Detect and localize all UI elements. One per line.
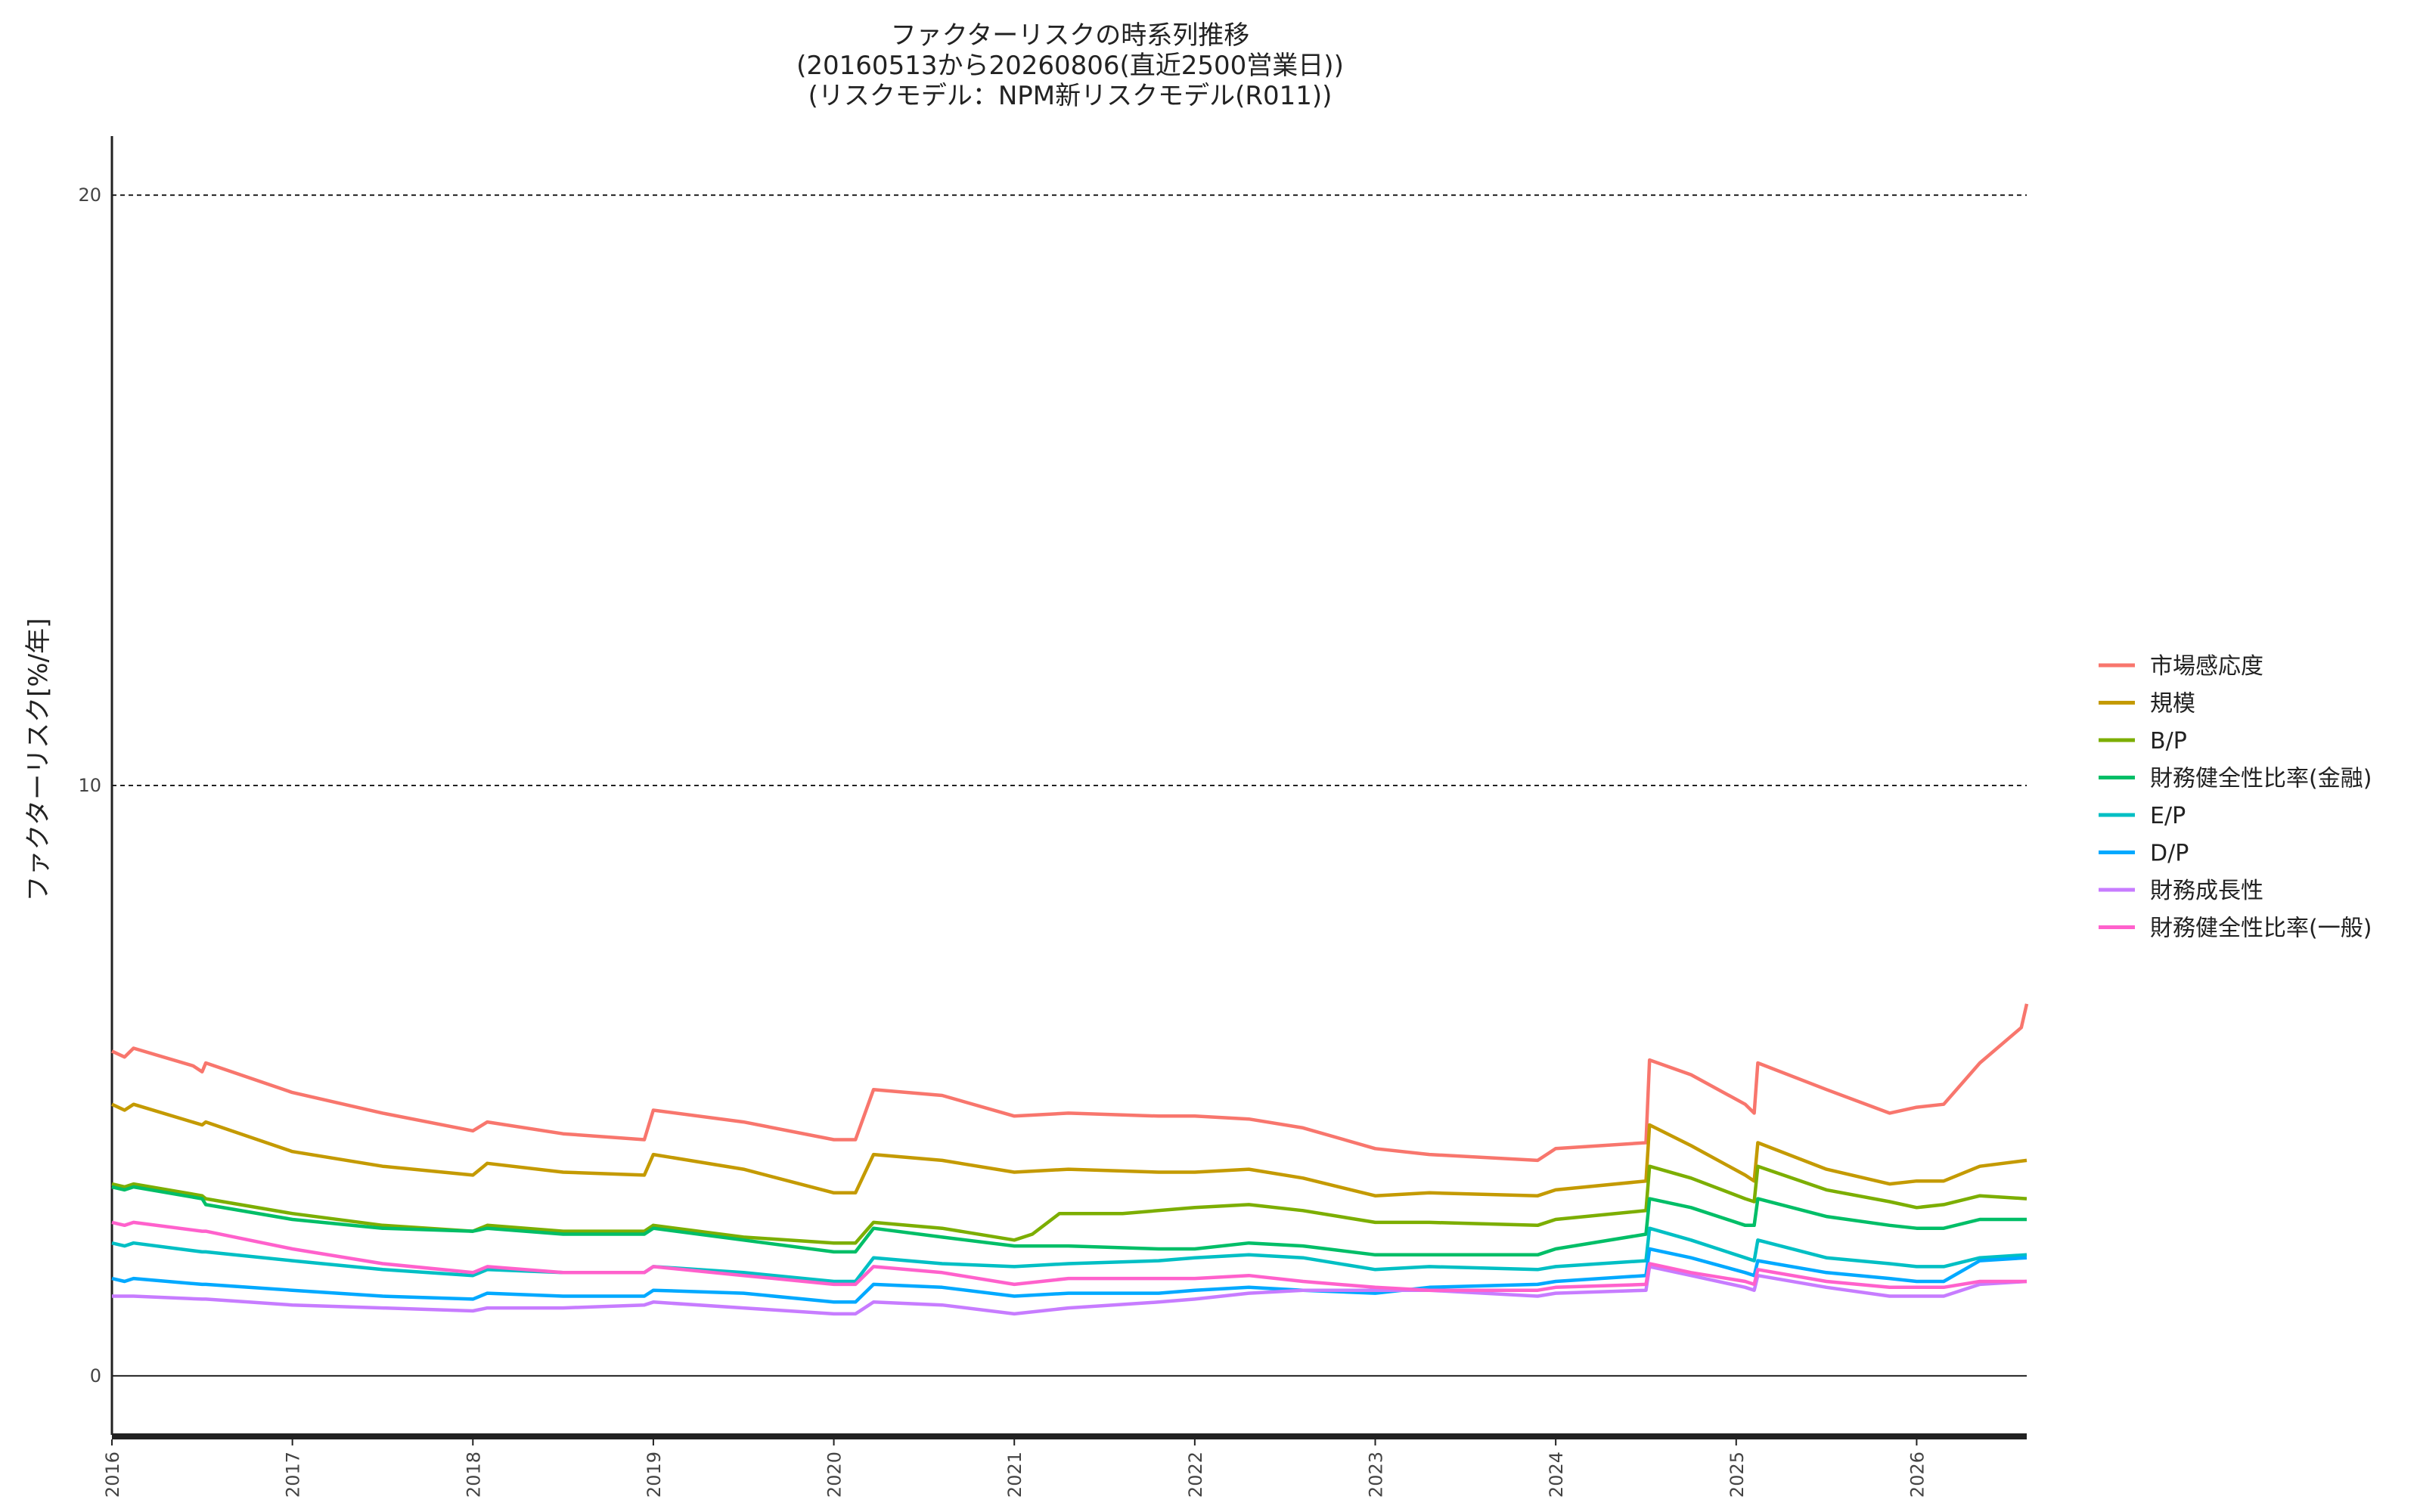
axes [110,136,2027,1445]
gridlines [112,194,2027,1377]
legend-label: 財務健全性比率(一般) [2150,916,2372,942]
legend-label: 規模 [2150,691,2195,717]
chart-subtitle: (20160513から20260806(直近2500営業日)) [796,51,1344,81]
x-tick-label: 2025 [1727,1452,1748,1498]
legend-label: D/P [2150,841,2189,867]
series-line-4 [111,1226,2028,1284]
series-lines [111,1003,2029,1316]
factor-risk-chart: ファクターリスクの時系列推移 (20160513から20260806(直近250… [23,20,2372,1498]
x-tick-label: 2023 [1365,1452,1386,1498]
chart-title: ファクターリスクの時系列推移 [891,20,1250,51]
x-tick-label: 2019 [644,1452,665,1498]
legend-label: E/P [2150,803,2186,829]
series-line-0 [111,1003,2029,1163]
chart-subtitle-model: (リスクモデル：NPM新リスクモデル(R011)) [808,81,1333,111]
x-tick-labels: 2016 2017 2018 2019 2020 2021 2022 2023 2024 2025… [102,1452,1928,1498]
legend-label: 市場感応度 [2150,653,2263,680]
x-tick-label: 2021 [1004,1452,1025,1498]
legend: 市場感応度規模 B/P 財務健全性比率(金融) E/P D/P 財務成長性財務健全性比率(… [2099,653,2372,942]
x-tick-label: 2017 [283,1452,304,1498]
y-tick-label: 0 [90,1365,101,1387]
x-tick-label: 2024 [1546,1452,1567,1498]
x-tick-label: 2026 [1907,1452,1928,1498]
legend-label: 財務成長性 [2150,878,2263,904]
y-tick-label: 10 [78,775,101,796]
legend-label: B/P [2150,728,2187,754]
y-tick-labels: 0 10 20 [78,184,101,1387]
x-tick-label: 2018 [463,1452,484,1498]
series-line-6 [112,1265,2028,1316]
series-line-2 [111,1164,2028,1245]
y-axis-title: ファクターリスク[%/年] [23,618,54,902]
x-tick-label: 2020 [824,1452,845,1498]
y-tick-label: 20 [78,184,101,206]
legend-label: 財務健全性比率(金融) [2150,766,2372,792]
x-tick-label: 2016 [102,1452,123,1498]
x-tick-label: 2022 [1185,1452,1206,1498]
